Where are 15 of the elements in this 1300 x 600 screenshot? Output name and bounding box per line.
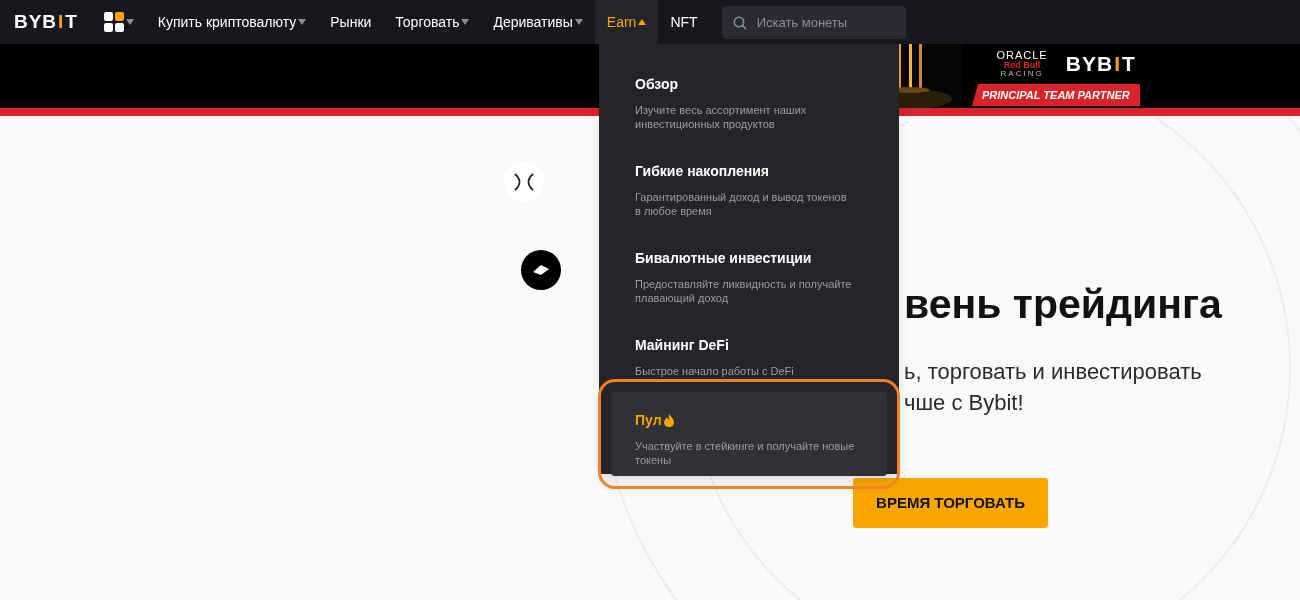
partner-ribbon: PRINCIPAL TEAM PARTNER <box>972 84 1140 106</box>
item-title: Пул <box>635 411 662 430</box>
item-description: Участвуйте в стейкинге и получайте новые токены <box>635 439 855 467</box>
sponsor-logo: ORACLE Red Bull RACING <box>996 50 1048 78</box>
item-description: Предоставляйте ликвидность и получайте плавающий доход <box>635 277 853 305</box>
hero-subtitle: ь, торговать и инвестировать <box>904 358 1203 386</box>
hero-heading: вень трейдинга <box>904 280 1222 328</box>
item-description: Гарантированный доход и вывод токенов в любое время <box>635 190 848 218</box>
item-title: Обзор <box>635 75 679 94</box>
item-title: Гибкие накопления <box>635 162 769 181</box>
hero-subtitle: чше с Bybit! <box>904 389 1025 417</box>
item-description: Изучите весь ассортимент наших инвестиционных продуктов <box>635 103 808 131</box>
item-title: Бивалютные инвестиции <box>635 249 812 268</box>
item-description: Быстрое начало работы с DeFi <box>635 364 795 378</box>
item-title: Майнинг DeFi <box>635 336 729 355</box>
